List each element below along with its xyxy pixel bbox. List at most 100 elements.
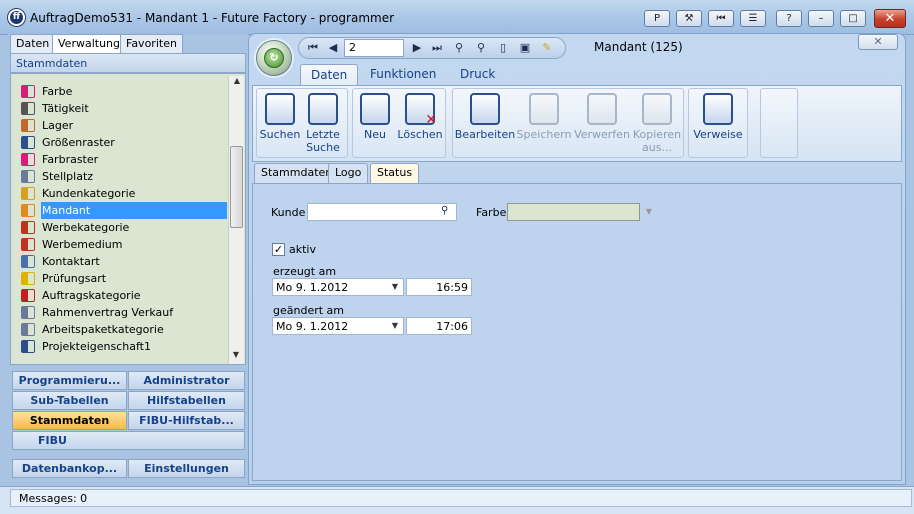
outlook-button-einstellungen[interactable]: Einstellungen [128, 459, 245, 478]
erzeugt-date-dropdown-icon[interactable]: ▼ [387, 279, 403, 295]
outlook-button-administrator[interactable]: Administrator [128, 371, 245, 390]
tree-item-rahmenvertrag-verkauf[interactable]: Rahmenvertrag Verkauf [21, 304, 227, 321]
outlook-button-sub-tabellen[interactable]: Sub-Tabellen [12, 391, 127, 410]
tab-logo[interactable]: Logo [328, 163, 369, 183]
outlook-button-stammdaten[interactable]: Stammdaten [12, 411, 127, 430]
tree-item-arbeitspaketkategorie[interactable]: Arbeitspaketkategorie [21, 321, 227, 338]
next-record-icon[interactable]: ▶ [410, 41, 424, 55]
kunde-search-binoculars-icon[interactable]: ⚲ [441, 205, 448, 216]
ribbon-button-label: Bearbeiten [454, 128, 516, 141]
ribbon-tab-funktionen[interactable]: Funktionen [360, 64, 446, 85]
document-icon [21, 306, 35, 319]
tree-item-stellplatz[interactable]: Stellplatz [21, 168, 227, 185]
ribbon-tab-druck[interactable]: Druck [450, 64, 505, 85]
tab-status[interactable]: Status [370, 163, 420, 184]
tree-item-pr-fungsart[interactable]: Prüfungsart [21, 270, 227, 287]
tree-item-label: Auftragskategorie [42, 289, 141, 302]
window-close-button[interactable]: ✕ [874, 9, 906, 28]
ribbon-button-label: Verwerfen [574, 128, 630, 141]
tree-item-gr-enraster[interactable]: Größenraster [21, 134, 227, 151]
outlook-button-datenbankop[interactable]: Datenbankop... [12, 459, 127, 478]
last-record-icon[interactable]: ⏭ [430, 41, 444, 55]
ribbon-button-label: Neu [364, 128, 386, 141]
letzte-button[interactable]: Letzte Suche [302, 90, 344, 156]
scroll-down-arrow-icon[interactable]: ▼ [228, 350, 244, 364]
network-button[interactable]: ☰ [740, 10, 766, 27]
nav-tab-daten[interactable]: Daten [10, 34, 56, 53]
color-bars-icon [21, 153, 35, 166]
tree-item-lager[interactable]: Lager [21, 117, 227, 134]
scroll-up-arrow-icon[interactable]: ▲ [229, 76, 245, 90]
tree-item-farbraster[interactable]: Farbraster [21, 151, 227, 168]
previous-record-icon[interactable]: ◀ [326, 41, 340, 55]
tree-item-label: Kontaktart [42, 255, 100, 268]
aktiv-checkbox[interactable]: ✓ [272, 243, 285, 256]
back-pipe-button[interactable]: ⏮ [708, 10, 734, 27]
messages-count[interactable]: Messages: 0 [10, 489, 912, 507]
tree-item-kundenkategorie[interactable]: Kundenkategorie [21, 185, 227, 202]
delete-document-icon: ✕ [405, 93, 437, 127]
kopieren-button[interactable]: Kopieren aus... [630, 90, 684, 156]
tree-item-t-tigkeit[interactable]: Tätigkeit [21, 100, 227, 117]
speichern-button[interactable]: Speichern [516, 90, 572, 156]
nav-tab-verwaltung[interactable]: Verwaltung [52, 34, 126, 54]
tree-item-label: Werbemedium [42, 238, 123, 251]
folder-icon [21, 204, 35, 217]
scrollbar-thumb[interactable] [230, 146, 243, 228]
geaendert-time-input[interactable]: 17:06 [406, 317, 472, 335]
first-record-icon[interactable]: ⏮ [306, 41, 320, 55]
kunde-input[interactable] [307, 203, 457, 221]
help-p-button[interactable]: P [644, 10, 670, 27]
stammdaten-tree[interactable]: Farbe Tätigkeit Lager Größenraster Farbraste… [10, 73, 246, 365]
tree-item-auftragskategorie[interactable]: Auftragskategorie [21, 287, 227, 304]
edit-pencil-icon[interactable]: ✎ [540, 41, 554, 55]
new-document-icon[interactable]: ▯ [496, 41, 510, 55]
maximize-button[interactable]: □ [840, 10, 866, 27]
tree-item-kontaktart[interactable]: Kontaktart [21, 253, 227, 270]
erzeugt-date-input[interactable]: Mo 9. 1.2012 [272, 278, 404, 296]
geaendert-date-dropdown-icon[interactable]: ▼ [387, 318, 403, 334]
tree-item-mandant[interactable]: Mandant [21, 202, 227, 219]
farbe-dropdown-arrow-icon[interactable]: ▼ [641, 204, 657, 220]
minimize-button[interactable]: – [808, 10, 834, 27]
tree-item-werbemedium[interactable]: Werbemedium [21, 236, 227, 253]
ribbon-button-label: Speichern [516, 128, 572, 141]
neu-button[interactable]: Neu [356, 90, 394, 156]
erzeugt-label: erzeugt am [273, 265, 337, 278]
search-binoculars-icon[interactable]: ⚲ [452, 41, 466, 55]
aktiv-label: aktiv [289, 243, 316, 256]
verwerfen-button[interactable]: Verwerfen [574, 90, 630, 156]
tree-item-projekteigenschaft1[interactable]: Projekteigenschaft1 [21, 338, 227, 355]
ribbon-tab-daten[interactable]: Daten [300, 64, 359, 85]
ribbon-button-label: Kopieren aus... [632, 128, 682, 154]
tree-item-label: Farbe [42, 85, 73, 98]
suchen-button[interactable]: Suchen [258, 90, 302, 156]
geaendert-date-input[interactable]: Mo 9. 1.2012 [272, 317, 404, 335]
verweise-button[interactable]: Verweise [690, 90, 746, 156]
ribbon-button-label: Letzte Suche [306, 128, 340, 154]
save-disk-icon[interactable]: ▣ [518, 41, 532, 55]
outlook-button-fibu-hilfstab[interactable]: FIBU-Hilfstab... [128, 411, 245, 430]
farbe-select[interactable] [507, 203, 640, 221]
outlook-button-programmieru[interactable]: Programmieru... [12, 371, 127, 390]
tab-stammdaten[interactable]: Stammdaten [254, 163, 340, 183]
erzeugt-time-input[interactable]: 16:59 [406, 278, 472, 296]
megaphone-icon [21, 238, 35, 251]
outlook-button-fibu[interactable]: FIBU [12, 431, 245, 450]
record-number-input[interactable]: 2 [344, 39, 404, 57]
link-icon [703, 93, 733, 125]
bearbeiten-button[interactable]: Bearbeiten [454, 90, 516, 156]
megaphone-icon [21, 221, 35, 234]
save-icon [529, 93, 559, 125]
nav-tab-favoriten[interactable]: Favoriten [120, 34, 183, 53]
recent-search-icon[interactable]: ⚲ [474, 41, 488, 55]
help-button[interactable]: ? [776, 10, 802, 27]
löschen-button[interactable]: ✕ Löschen [396, 90, 444, 156]
outlook-button-hilfstabellen[interactable]: Hilfstabellen [128, 391, 245, 410]
phone-icon [21, 255, 35, 268]
wrench-button[interactable]: ⚒ [676, 10, 702, 27]
app-logo-icon[interactable]: ff [8, 9, 25, 26]
child-close-button[interactable]: ✕ [858, 34, 898, 50]
tree-item-farbe[interactable]: Farbe [21, 83, 227, 100]
tree-item-werbekategorie[interactable]: Werbekategorie [21, 219, 227, 236]
